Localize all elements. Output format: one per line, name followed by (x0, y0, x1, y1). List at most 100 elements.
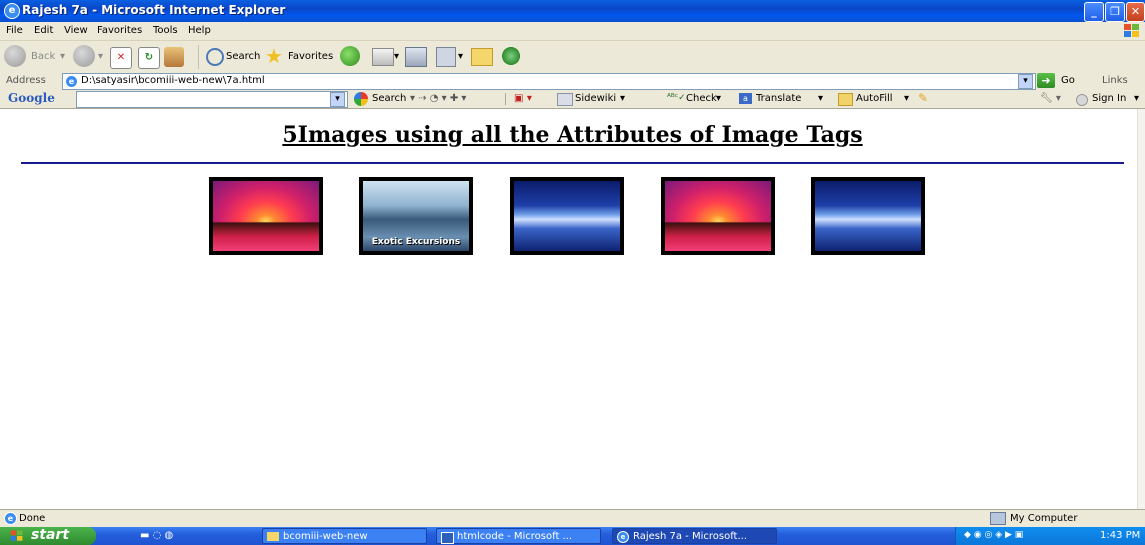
go-button-label[interactable]: Go (1061, 75, 1075, 86)
mail-icon[interactable] (372, 48, 394, 66)
word-icon (441, 532, 454, 544)
menu-view[interactable]: View (64, 25, 88, 36)
google-search-icon[interactable] (354, 92, 368, 106)
google-logo: Google (8, 91, 55, 105)
home-icon[interactable] (164, 47, 184, 67)
sidewiki-dropdown-icon[interactable]: ▾ (620, 93, 625, 104)
vertical-scrollbar[interactable] (1137, 109, 1145, 509)
spellcheck-icon[interactable]: ᴬᴮᶜ✓ (667, 93, 686, 103)
window-title: Rajesh 7a - Microsoft Internet Explorer (22, 3, 286, 17)
autofill-icon[interactable] (838, 93, 853, 106)
sign-in-dropdown-icon[interactable]: ▾ (1134, 93, 1139, 104)
start-label: start (31, 527, 70, 543)
forward-arrow-icon[interactable] (73, 45, 95, 67)
autofill-dropdown-icon[interactable]: ▾ (904, 93, 909, 104)
sidewiki-icon[interactable] (557, 93, 573, 106)
address-dropdown-icon[interactable]: ▾ (1018, 74, 1033, 89)
folder-icon (267, 532, 279, 541)
print-icon[interactable] (405, 47, 427, 67)
messenger-icon[interactable] (500, 46, 522, 66)
image-sunset-1 (209, 177, 323, 255)
maximize-button[interactable]: ❐ (1105, 2, 1125, 22)
menu-file[interactable]: File (6, 25, 23, 36)
settings-wrench-icon[interactable]: 🔧︎ ▾ (1040, 93, 1061, 104)
page-heading: 5Images using all the Attributes of Imag… (282, 122, 863, 148)
close-button[interactable]: ✕ (1126, 2, 1145, 22)
google-search-button[interactable]: Search (372, 93, 406, 104)
taskbar: start ▬ ◌ ◍ bcomiii-web-new htmlcode - M… (0, 527, 1145, 545)
autofill-button[interactable]: AutoFill (856, 93, 893, 104)
minimize-button[interactable]: _ (1084, 2, 1104, 22)
page-icon: e (65, 75, 78, 88)
address-value: D:\satyasir\bcomiii-web-new\7a.html (81, 75, 265, 86)
status-bar: e Done My Computer (0, 509, 1145, 527)
tray-icons[interactable]: ◆ ◉ ◎ ◈ ▶ ▣ (964, 530, 1023, 540)
back-button-label[interactable]: Back (31, 51, 55, 62)
menu-help[interactable]: Help (188, 25, 211, 36)
google-search-dropdown-icon[interactable]: ▾ (330, 92, 345, 107)
edit-icon[interactable] (436, 47, 456, 67)
favorites-button-label[interactable]: Favorites (288, 51, 333, 62)
task-label: Rajesh 7a - Microsoft... (633, 531, 748, 542)
sidewiki-button[interactable]: Sidewiki (575, 93, 616, 104)
edit-dropdown-icon[interactable]: ▾ (458, 51, 463, 62)
menu-edit[interactable]: Edit (34, 25, 53, 36)
horizontal-rule (21, 162, 1124, 164)
page-status-icon: e (4, 512, 17, 525)
media-icon[interactable] (340, 46, 360, 66)
favorites-star-icon[interactable]: ★ (265, 44, 283, 68)
google-search-dropdown-arrow[interactable]: ▾ ⇢ ◔ ▾ ✚ ▾ (410, 93, 466, 104)
google-separator (505, 93, 506, 105)
image-caption: Exotic Excursions (371, 237, 461, 247)
task-label: htmlcode - Microsoft ... (457, 531, 573, 542)
discuss-icon[interactable] (471, 48, 493, 66)
taskbar-item-htmlcode[interactable]: htmlcode - Microsoft ... (436, 528, 601, 544)
title-bar: e Rajesh 7a - Microsoft Internet Explore… (0, 0, 1145, 22)
address-field[interactable]: e D:\satyasir\bcomiii-web-new\7a.html ▾ (62, 73, 1036, 90)
standard-toolbar: Back ▾ ▾ ✕ ↻ Search ★ Favorites ▾ ▾ (0, 41, 1145, 73)
image-blue-wave-2 (811, 177, 925, 255)
toolbar-separator (198, 45, 199, 69)
refresh-icon[interactable]: ↻ (138, 47, 160, 69)
sign-in-button[interactable]: Sign In (1092, 93, 1126, 104)
quick-launch-icons[interactable]: ▬ ◌ ◍ (140, 530, 173, 541)
translate-button[interactable]: Translate (756, 93, 801, 104)
check-dropdown-icon[interactable]: ▾ (716, 93, 721, 104)
translate-icon[interactable]: a (739, 93, 752, 104)
my-computer-icon (990, 512, 1006, 525)
page-viewport (0, 109, 1137, 509)
google-search-input[interactable]: ▾ (76, 91, 348, 108)
menu-tools[interactable]: Tools (153, 25, 178, 36)
address-label: Address (6, 75, 46, 86)
highlight-pen-icon[interactable]: ✎ (918, 91, 928, 105)
system-tray: ◆ ◉ ◎ ◈ ▶ ▣ 1:43 PM (955, 527, 1145, 545)
clock: 1:43 PM (1100, 530, 1141, 541)
check-button[interactable]: Check (686, 93, 717, 104)
mail-dropdown-icon[interactable]: ▾ (394, 51, 399, 62)
popup-blocker-icon[interactable]: ▣ ▾ (514, 93, 532, 104)
links-label[interactable]: Links (1102, 75, 1128, 86)
back-arrow-icon[interactable] (4, 45, 26, 67)
ie-task-icon: e (617, 531, 629, 543)
search-icon[interactable] (206, 48, 224, 66)
forward-dropdown-icon[interactable]: ▾ (98, 51, 103, 62)
search-button-label[interactable]: Search (226, 51, 260, 62)
status-text: Done (19, 513, 46, 524)
user-icon (1076, 94, 1088, 106)
address-bar: Address e D:\satyasir\bcomiii-web-new\7a… (0, 72, 1145, 91)
taskbar-item-bcomiii[interactable]: bcomiii-web-new (262, 528, 427, 544)
ie-icon: e (4, 3, 20, 19)
security-zone-label: My Computer (1010, 513, 1078, 524)
image-blue-wave-1 (510, 177, 624, 255)
windows-logo-icon (1124, 24, 1139, 37)
translate-dropdown-icon[interactable]: ▾ (818, 93, 823, 104)
menu-bar: File Edit View Favorites Tools Help (0, 22, 1145, 41)
back-dropdown-icon[interactable]: ▾ (60, 51, 65, 62)
start-button[interactable]: start (0, 527, 96, 545)
menu-favorites[interactable]: Favorites (97, 25, 142, 36)
taskbar-item-rajesh[interactable]: e Rajesh 7a - Microsoft... (612, 528, 777, 544)
go-arrow-icon[interactable]: ➜ (1037, 73, 1055, 88)
image-sunset-2 (661, 177, 775, 255)
stop-icon[interactable]: ✕ (110, 47, 132, 69)
task-label: bcomiii-web-new (283, 531, 368, 542)
